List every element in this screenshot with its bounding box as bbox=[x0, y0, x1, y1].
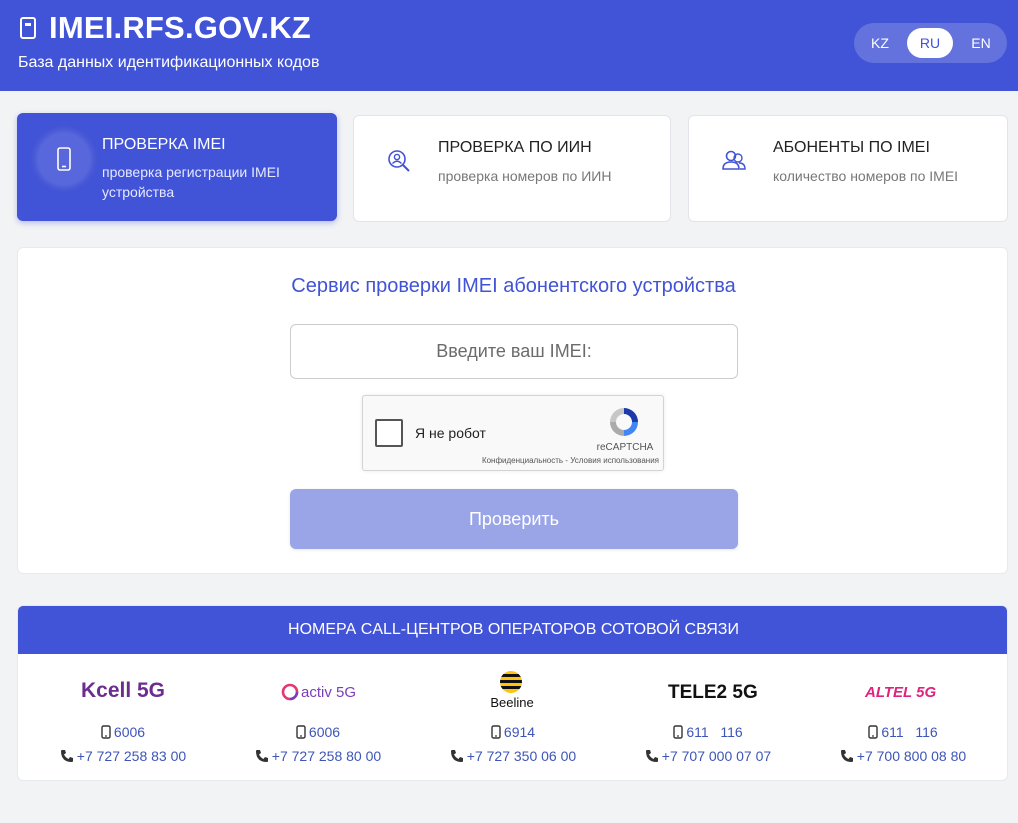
document-icon bbox=[20, 17, 36, 39]
mobile-phone-icon bbox=[868, 725, 879, 742]
card-title: АБОНЕНТЫ ПО IMEI bbox=[773, 139, 930, 156]
call-centers-title: НОМЕРА CALL-ЦЕНТРОВ ОПЕРАТОРОВ СОТОВОЙ С… bbox=[18, 606, 1007, 654]
operator-phone[interactable]: +7 727 258 83 00 bbox=[25, 748, 221, 766]
card-subtitle: количество номеров по IMEI bbox=[773, 168, 959, 184]
operator-kcell: Kcell 5G 6006 +7 727 258 83 00 bbox=[25, 654, 221, 780]
phone-icon bbox=[255, 749, 269, 766]
card-subtitle: проверка регистрации IMEI устройства bbox=[102, 164, 280, 200]
operator-short-number[interactable]: 611 116 bbox=[610, 724, 806, 742]
recaptcha-checkbox[interactable] bbox=[375, 419, 403, 447]
operator-phone[interactable]: +7 727 350 06 00 bbox=[415, 748, 611, 766]
tele2-logo-text: TELE2 5G bbox=[668, 682, 758, 703]
kcell-logo: Kcell 5G bbox=[81, 679, 165, 702]
site-title[interactable]: IMEI.RFS.GOV.KZ bbox=[49, 10, 311, 46]
phone-icon bbox=[840, 749, 854, 766]
recaptcha-logo-icon bbox=[610, 408, 638, 436]
operator-activ: activ 5G 6006 +7 727 258 80 00 bbox=[220, 654, 416, 780]
beeline-logo: Beeline bbox=[490, 671, 534, 710]
mobile-phone-icon bbox=[491, 725, 501, 742]
imei-check-panel: Сервис проверки IMEI абонентского устрой… bbox=[17, 247, 1008, 574]
card-title: ПРОВЕРКА IMEI bbox=[102, 136, 226, 153]
card-title: ПРОВЕРКА ПО ИИН bbox=[438, 139, 592, 156]
operator-short-number[interactable]: 6006 bbox=[25, 724, 221, 742]
imei-input[interactable] bbox=[290, 324, 738, 379]
recaptcha-widget: Я не робот reCAPTCHA Конфиденциальность … bbox=[362, 395, 664, 471]
altel-logo-text: ALTEL 5G bbox=[864, 684, 936, 701]
altel-logo: ALTEL 5G bbox=[864, 684, 936, 701]
mobile-phone-icon bbox=[296, 725, 306, 742]
card-subscribers-by-imei[interactable]: АБОНЕНТЫ ПО IMEI количество номеров по I… bbox=[688, 115, 1008, 222]
operator-beeline: Beeline 6914 +7 727 350 06 00 bbox=[415, 654, 611, 780]
card-icon-circle bbox=[707, 134, 759, 186]
card-icon-circle bbox=[372, 134, 424, 186]
phone-icon bbox=[60, 749, 74, 766]
recaptcha-brand: reCAPTCHA bbox=[596, 442, 654, 453]
operator-tele2: TELE2 5G 611 116 +7 707 000 07 07 bbox=[610, 654, 806, 780]
beeline-logo-text: Beeline bbox=[490, 695, 533, 710]
recaptcha-label: Я не робот bbox=[415, 425, 486, 441]
card-iin-check[interactable]: ПРОВЕРКА ПО ИИН проверка номеров по ИИН bbox=[353, 115, 671, 222]
users-icon bbox=[722, 150, 746, 170]
recaptcha-links[interactable]: Конфиденциальность - Условия использован… bbox=[463, 456, 659, 465]
mobile-phone-icon bbox=[673, 725, 684, 742]
card-icon-circle bbox=[38, 133, 90, 185]
lang-kz-button[interactable]: KZ bbox=[857, 28, 903, 58]
operator-phone[interactable]: +7 727 258 80 00 bbox=[220, 748, 416, 766]
site-header: IMEI.RFS.GOV.KZ База данных идентификаци… bbox=[0, 0, 1018, 91]
operator-short-number[interactable]: 611 116 bbox=[805, 724, 1001, 742]
call-centers-section: НОМЕРА CALL-ЦЕНТРОВ ОПЕРАТОРОВ СОТОВОЙ С… bbox=[17, 605, 1008, 781]
tele2-logo: TELE2 5G bbox=[668, 682, 758, 703]
operator-phone[interactable]: +7 700 800 08 80 bbox=[805, 748, 1001, 766]
operator-short-number[interactable]: 6006 bbox=[220, 724, 416, 742]
activ-logo-text: activ 5G bbox=[301, 684, 356, 701]
language-switcher: KZ RU EN bbox=[854, 23, 1007, 63]
phone-icon bbox=[645, 749, 659, 766]
operator-phone[interactable]: +7 707 000 07 07 bbox=[610, 748, 806, 766]
lang-en-button[interactable]: EN bbox=[958, 28, 1004, 58]
mobile-phone-icon bbox=[101, 725, 111, 742]
card-imei-check[interactable]: ПРОВЕРКА IMEI проверка регистрации IMEI … bbox=[17, 113, 337, 221]
check-button[interactable]: Проверить bbox=[290, 489, 738, 549]
user-search-icon bbox=[388, 150, 410, 172]
kcell-logo-text: Kcell 5G bbox=[81, 679, 165, 702]
phone-icon bbox=[450, 749, 464, 766]
lang-ru-button[interactable]: RU bbox=[907, 28, 953, 58]
operator-short-number[interactable]: 6914 bbox=[415, 724, 611, 742]
activ-logo: activ 5G bbox=[281, 683, 356, 701]
card-subtitle: проверка номеров по ИИН bbox=[438, 168, 612, 184]
smartphone-icon bbox=[57, 147, 71, 171]
site-subtitle: База данных идентификационных кодов bbox=[18, 54, 320, 71]
panel-title: Сервис проверки IMEI абонентского устрой… bbox=[291, 275, 736, 297]
operator-altel: ALTEL 5G 611 116 +7 700 800 08 80 bbox=[805, 654, 1001, 780]
